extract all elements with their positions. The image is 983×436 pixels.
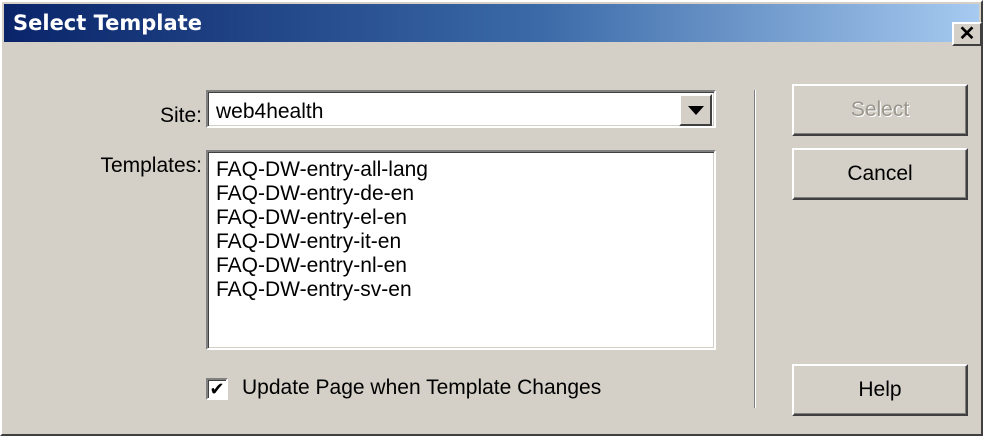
title-bar[interactable]: Select Template [4,4,979,42]
templates-listbox[interactable]: FAQ-DW-entry-all-lang FAQ-DW-entry-de-en… [206,150,716,350]
cancel-button[interactable]: Cancel [792,148,968,200]
template-item[interactable]: FAQ-DW-entry-sv-en [216,278,428,302]
template-item[interactable]: FAQ-DW-entry-it-en [216,230,428,254]
close-button[interactable]: ✕ [952,22,982,46]
site-combobox[interactable]: web4health [206,90,716,128]
select-button[interactable]: Select [792,84,968,136]
site-label: Site: [159,104,202,127]
template-item[interactable]: FAQ-DW-entry-nl-en [216,254,428,278]
vertical-divider-highlight [755,90,756,408]
update-page-checkbox[interactable]: ✔ [206,378,228,400]
template-item[interactable]: FAQ-DW-entry-el-en [216,206,428,230]
close-icon: ✕ [958,23,976,45]
template-item[interactable]: FAQ-DW-entry-de-en [216,182,428,206]
templates-label: Templates: [100,154,202,177]
site-value: web4health [216,100,324,123]
template-item[interactable]: FAQ-DW-entry-all-lang [216,158,428,182]
chevron-down-icon [687,105,704,115]
update-page-label[interactable]: Update Page when Template Changes [242,376,601,400]
checkmark-icon: ✔ [209,379,225,399]
templates-list: FAQ-DW-entry-all-lang FAQ-DW-entry-de-en… [216,158,428,302]
site-dropdown-button[interactable] [679,94,712,126]
help-button[interactable]: Help [792,364,968,416]
dialog-title: Select Template [13,11,202,35]
select-template-dialog: Select Template ✕ Site: web4health Templ… [0,0,983,436]
